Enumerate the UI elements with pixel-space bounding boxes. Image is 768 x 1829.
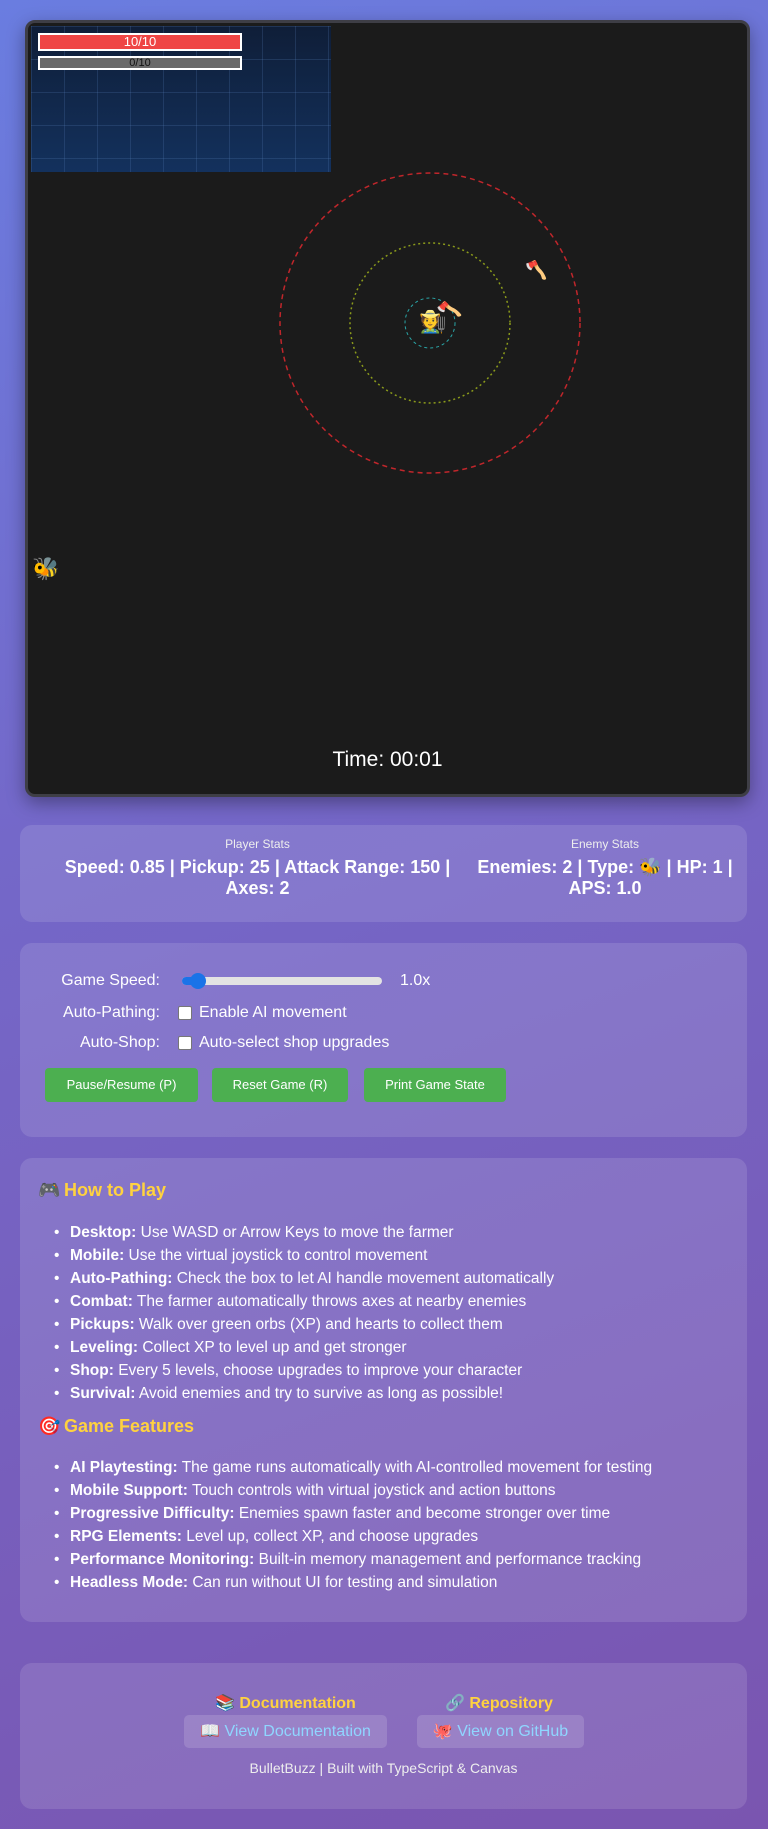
- footer-panel: 📚 Documentation 🔗 Repository 📖 View Docu…: [20, 1663, 747, 1809]
- how-to-play-heading: 🎮 How to Play: [38, 1180, 166, 1201]
- list-item-text: Check the box to let AI handle movement …: [172, 1270, 555, 1287]
- view-documentation-link[interactable]: 📖 View Documentation: [184, 1715, 387, 1748]
- list-item: Leveling: Collect XP to level up and get…: [54, 1336, 554, 1359]
- game-speed-value: 1.0x: [400, 972, 431, 989]
- list-item-term: AI Playtesting:: [70, 1459, 178, 1476]
- list-item: RPG Elements: Level up, collect XP, and …: [54, 1525, 652, 1548]
- list-item-term: Survival:: [70, 1385, 136, 1402]
- list-item: Mobile Support: Touch controls with virt…: [54, 1479, 652, 1502]
- list-item-term: Mobile:: [70, 1247, 125, 1264]
- auto-shop-row: Auto-Shop: Auto-select shop upgrades: [20, 1032, 747, 1054]
- player-stats: Player Stats Speed: 0.85 | Pickup: 25 | …: [40, 837, 475, 899]
- list-item: Combat: The farmer automatically throws …: [54, 1290, 554, 1313]
- list-item-term: Headless Mode:: [70, 1574, 189, 1591]
- reset-game-button[interactable]: Reset Game (R): [212, 1068, 348, 1102]
- how-to-play-title: How to Play: [64, 1180, 167, 1200]
- list-item-term: RPG Elements:: [70, 1528, 182, 1545]
- auto-shop-text[interactable]: Auto-select shop upgrades: [199, 1032, 389, 1054]
- list-item-text: Walk over green orbs (XP) and hearts to …: [134, 1316, 503, 1333]
- list-item-text: Built-in memory management and performan…: [254, 1551, 642, 1568]
- repository-heading: 🔗 Repository: [445, 1695, 553, 1712]
- game-speed-row: Game Speed: 1.0x: [20, 970, 747, 992]
- axe-projectile: 🪓: [525, 260, 548, 280]
- target-icon: 🎯: [38, 1416, 61, 1436]
- enemy-stats-value: Enemies: 2 | Type: 🐝 | HP: 1 | APS: 1.0: [477, 857, 733, 898]
- range-rings: [279, 172, 581, 474]
- list-item-term: Performance Monitoring:: [70, 1551, 255, 1568]
- list-item-text: Every 5 levels, choose upgrades to impro…: [113, 1362, 523, 1379]
- game-timer: Time: 00:01: [332, 748, 443, 771]
- documentation-heading: 📚 Documentation: [215, 1695, 356, 1712]
- list-item-term: Shop:: [70, 1362, 114, 1379]
- list-item-term: Mobile Support:: [70, 1482, 188, 1499]
- list-item-text: Enemies spawn faster and become stronger…: [234, 1505, 611, 1522]
- list-item-text: The game runs automatically with AI-cont…: [177, 1459, 653, 1476]
- game-features-list: AI Playtesting: The game runs automatica…: [54, 1456, 653, 1594]
- list-item-term: Desktop:: [70, 1224, 137, 1241]
- player-stats-value: Speed: 0.85 | Pickup: 25 | Attack Range:…: [64, 857, 451, 898]
- view-on-github-link[interactable]: 🐙 View on GitHub: [417, 1715, 584, 1748]
- how-to-play-list: Desktop: Use WASD or Arrow Keys to move …: [54, 1221, 555, 1405]
- game-speed-slider-knob[interactable]: [190, 973, 206, 989]
- how-to-play-panel: 🎮How to Play Desktop: Use WASD or Arrow …: [20, 1158, 747, 1622]
- list-item-text: Use WASD or Arrow Keys to move the farme…: [136, 1224, 454, 1241]
- list-item-term: Progressive Difficulty:: [70, 1505, 235, 1522]
- auto-pathing-checkbox[interactable]: [178, 1006, 192, 1020]
- list-item: Performance Monitoring: Built-in memory …: [54, 1548, 652, 1571]
- footer-credit: BulletBuzz | Built with TypeScript & Can…: [249, 1760, 518, 1776]
- pause-resume-button[interactable]: Pause/Resume (P): [45, 1068, 198, 1102]
- list-item: AI Playtesting: The game runs automatica…: [54, 1456, 653, 1479]
- auto-pathing-row: Auto-Pathing: Enable AI movement: [20, 1002, 747, 1024]
- game-speed-slider[interactable]: [182, 973, 382, 989]
- list-item-term: Auto-Pathing:: [70, 1270, 173, 1287]
- list-item: Shop: Every 5 levels, choose upgrades to…: [54, 1359, 554, 1382]
- gamepad-icon: 🎮: [38, 1180, 61, 1200]
- list-item: Headless Mode: Can run without UI for te…: [54, 1571, 652, 1594]
- list-item: Pickups: Walk over green orbs (XP) and h…: [54, 1313, 554, 1336]
- stats-panel: Player Stats Speed: 0.85 | Pickup: 25 | …: [20, 825, 747, 922]
- game-canvas[interactable]: 10/10 0/10 🧑‍🌾 🪓 🪓 🐝 Time: 00:01: [25, 20, 750, 797]
- list-item: Survival: Avoid enemies and try to survi…: [54, 1382, 554, 1405]
- enemy-stats-title: Enemy Stats: [570, 837, 640, 851]
- auto-shop-checkbox[interactable]: [178, 1036, 192, 1050]
- list-item-term: Pickups:: [70, 1316, 135, 1333]
- game-features-title: Game Features: [64, 1416, 195, 1436]
- list-item-text: Avoid enemies and try to survive as long…: [135, 1385, 504, 1402]
- list-item: Desktop: Use WASD or Arrow Keys to move …: [54, 1221, 554, 1244]
- list-item-text: Level up, collect XP, and choose upgrade…: [181, 1528, 479, 1545]
- bee-enemy: 🐝: [32, 556, 60, 581]
- game-speed-label: Game Speed:: [61, 972, 160, 989]
- print-game-state-button[interactable]: Print Game State: [364, 1068, 506, 1102]
- list-item-text: Use the virtual joystick to control move…: [124, 1247, 428, 1264]
- controls-panel: Game Speed: 1.0x Auto-Pathing: Enable AI…: [20, 943, 747, 1137]
- list-item-term: Combat:: [70, 1293, 133, 1310]
- auto-pathing-label: Auto-Pathing:: [63, 1004, 160, 1021]
- list-item-text: The farmer automatically throws axes at …: [132, 1293, 527, 1310]
- list-item: Progressive Difficulty: Enemies spawn fa…: [54, 1502, 652, 1525]
- list-item: Auto-Pathing: Check the box to let AI ha…: [54, 1267, 555, 1290]
- auto-pathing-text[interactable]: Enable AI movement: [199, 1002, 347, 1024]
- game-features-heading: 🎯 Game Features: [38, 1416, 194, 1437]
- list-item-text: Collect XP to level up and get stronger: [138, 1339, 407, 1356]
- list-item-term: Leveling:: [70, 1339, 139, 1356]
- list-item-text: Can run without UI for testing and simul…: [188, 1574, 498, 1591]
- list-item: Mobile: Use the virtual joystick to cont…: [54, 1244, 554, 1267]
- list-item-text: Touch controls with virtual joystick and…: [187, 1482, 556, 1499]
- enemy-stats: Enemy Stats Enemies: 2 | Type: 🐝 | HP: 1…: [470, 837, 740, 899]
- player-stats-title: Player Stats: [225, 837, 290, 851]
- auto-shop-label: Auto-Shop:: [79, 1034, 160, 1051]
